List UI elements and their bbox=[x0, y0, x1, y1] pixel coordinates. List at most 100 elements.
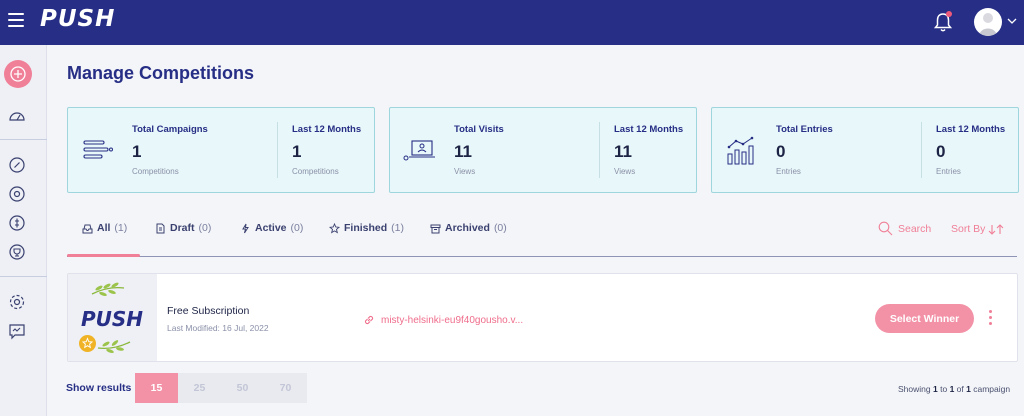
app-logo[interactable]: PUSH bbox=[40, 6, 115, 32]
top-bar: PUSH bbox=[0, 0, 1024, 45]
leaf-branch-icon bbox=[91, 282, 125, 297]
search-icon bbox=[878, 221, 893, 236]
stat-card-campaigns: Total Campaigns 1 Competitions Last 12 M… bbox=[67, 107, 375, 193]
sidebar bbox=[0, 45, 47, 416]
divider bbox=[921, 122, 922, 178]
chevron-down-icon[interactable] bbox=[1006, 15, 1018, 27]
select-winner-button[interactable]: Select Winner bbox=[875, 304, 974, 333]
summary-prefix: Showing bbox=[898, 384, 931, 394]
last-modified: Last Modified: 16 Jul, 2022 bbox=[167, 323, 269, 333]
dashboard-icon[interactable] bbox=[8, 107, 26, 125]
stat-label: Total Visits bbox=[454, 124, 504, 135]
tab-all[interactable]: All (1) bbox=[82, 222, 127, 234]
summary-from: 1 bbox=[932, 384, 938, 394]
search-label: Search bbox=[898, 222, 932, 235]
tab-label: Archived bbox=[445, 222, 490, 234]
stat-label: Total Campaigns bbox=[132, 124, 208, 135]
tab-count: (0) bbox=[198, 222, 212, 234]
page-size-25[interactable]: 25 bbox=[178, 373, 221, 403]
tab-archived[interactable]: Archived (0) bbox=[430, 222, 507, 234]
stat-value: 11 bbox=[614, 142, 632, 161]
campaign-url[interactable]: misty-helsinki-eu9f40gousho.v... bbox=[381, 315, 523, 326]
stat-label: Last 12 Months bbox=[292, 124, 362, 135]
tab-count: (1) bbox=[391, 222, 405, 234]
campaign-link[interactable]: misty-helsinki-eu9f40gousho.v... bbox=[363, 314, 523, 326]
summary-total: 1 bbox=[966, 384, 971, 394]
tab-active[interactable]: Active (0) bbox=[240, 222, 303, 234]
bar-trend-icon bbox=[727, 136, 754, 165]
list-icon bbox=[83, 140, 113, 159]
page-title: Manage Competitions bbox=[67, 63, 255, 83]
tab-label: Draft bbox=[170, 222, 195, 234]
stat-value: 11 bbox=[454, 142, 472, 161]
star-icon bbox=[329, 222, 340, 234]
show-results-label: Show results bbox=[66, 382, 132, 394]
stat-unit: Entries bbox=[936, 167, 961, 176]
tab-count: (0) bbox=[290, 222, 304, 234]
campaign-thumbnail[interactable]: PUSH bbox=[68, 274, 157, 361]
page-size-15[interactable]: 15 bbox=[135, 373, 178, 403]
coin-icon[interactable] bbox=[8, 214, 26, 232]
summary-to-word: to bbox=[940, 384, 948, 394]
summary-suffix: campaign bbox=[973, 384, 1011, 394]
page-size-70[interactable]: 70 bbox=[264, 373, 307, 403]
laptop-user-icon bbox=[403, 140, 435, 161]
more-options-icon[interactable] bbox=[987, 310, 993, 328]
stat-label: Last 12 Months bbox=[614, 124, 684, 135]
link-icon[interactable] bbox=[8, 156, 26, 174]
results-summary: Showing 1 to 1 of 1 campaign bbox=[898, 384, 1010, 394]
document-icon bbox=[156, 223, 165, 233]
gear-icon[interactable] bbox=[8, 293, 26, 311]
trophy-icon[interactable] bbox=[8, 243, 26, 261]
divider bbox=[277, 122, 278, 178]
sort-arrows-icon bbox=[989, 223, 1004, 235]
stat-unit: Competitions bbox=[132, 167, 179, 176]
stat-unit: Competitions bbox=[292, 167, 339, 176]
sort-label: Sort By bbox=[951, 223, 986, 235]
tab-draft[interactable]: Draft (0) bbox=[155, 222, 211, 234]
tab-count: (1) bbox=[114, 222, 128, 234]
stat-value: 0 bbox=[936, 142, 946, 161]
search-button[interactable]: Search bbox=[878, 221, 931, 236]
at-sign-icon[interactable] bbox=[8, 185, 26, 203]
stat-unit: Views bbox=[454, 167, 476, 176]
stat-card-visits: Total Visits 11 Views Last 12 Months 11 … bbox=[389, 107, 697, 193]
stat-value: 1 bbox=[132, 142, 142, 161]
stat-card-entries: Total Entries 0 Entries Last 12 Months 0… bbox=[711, 107, 1019, 193]
results-per-page: 15 25 50 70 bbox=[135, 373, 307, 403]
stat-label: Total Entries bbox=[776, 124, 833, 135]
sidebar-divider bbox=[0, 139, 47, 140]
stat-label: Last 12 Months bbox=[936, 124, 1006, 135]
leaf-branch-icon bbox=[97, 340, 131, 354]
tabs-underline bbox=[67, 256, 1017, 257]
summary-of-word: of bbox=[956, 384, 964, 394]
active-tab-indicator bbox=[67, 254, 140, 257]
divider bbox=[599, 122, 600, 178]
inbox-icon bbox=[82, 224, 93, 233]
avatar[interactable] bbox=[974, 8, 1002, 36]
archive-box-icon bbox=[430, 224, 441, 233]
tab-count: (0) bbox=[493, 222, 507, 234]
notification-dot bbox=[946, 11, 952, 17]
stat-value: 0 bbox=[776, 142, 786, 161]
tab-label: All bbox=[97, 222, 111, 234]
sidebar-divider bbox=[0, 276, 47, 277]
hamburger-menu-icon[interactable] bbox=[8, 13, 24, 29]
summary-to: 1 bbox=[949, 384, 955, 394]
sort-by-button[interactable]: Sort By bbox=[951, 223, 1004, 235]
featured-star-icon bbox=[79, 335, 96, 352]
lightning-icon bbox=[242, 223, 249, 233]
campaign-row[interactable]: PUSH Free Subscription Last Modified: 16… bbox=[67, 273, 1018, 362]
tab-label: Active bbox=[255, 222, 287, 234]
stat-unit: Entries bbox=[776, 167, 801, 176]
campaign-title[interactable]: Free Subscription bbox=[167, 305, 249, 317]
stat-unit: Views bbox=[614, 167, 636, 176]
thumbnail-logo: PUSH bbox=[81, 307, 144, 331]
stat-value: 1 bbox=[292, 142, 302, 161]
tab-finished[interactable]: Finished (1) bbox=[329, 222, 404, 234]
page-size-50[interactable]: 50 bbox=[221, 373, 264, 403]
feedback-icon[interactable] bbox=[8, 322, 26, 340]
tab-label: Finished bbox=[344, 222, 388, 234]
link-icon bbox=[364, 315, 374, 325]
create-campaign-button[interactable] bbox=[4, 60, 32, 88]
